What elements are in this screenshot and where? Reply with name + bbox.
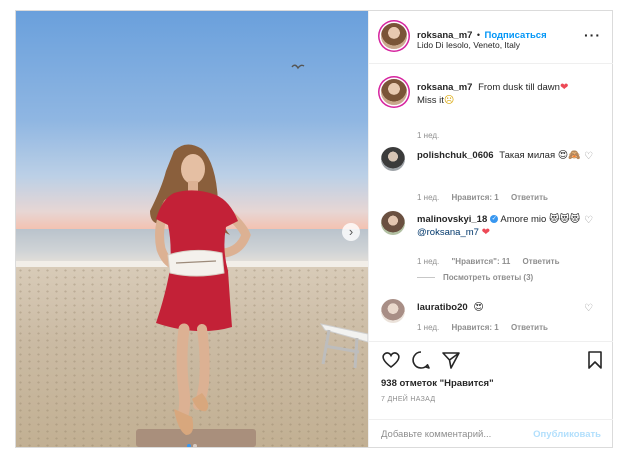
comment-mention[interactable]: @roksana_m7 (417, 227, 479, 238)
caption-text-line2: Miss it (417, 95, 444, 106)
like-comment-heart-icon[interactable]: ♡ (584, 151, 593, 162)
post-date: 7 ДНЕЙ НАЗАД (381, 396, 436, 403)
comment-likes[interactable]: Нравится: 1 (452, 323, 499, 332)
like-comment-heart-icon[interactable]: ♡ (584, 303, 593, 314)
caption-username[interactable]: roksana_m7 (417, 82, 472, 93)
commenter-avatar[interactable] (381, 299, 405, 323)
view-replies-button[interactable]: Посмотреть ответы (3) (417, 273, 533, 282)
commenter-avatar[interactable] (381, 147, 405, 171)
commenter-avatar[interactable] (381, 211, 405, 235)
comment-emoji: 😍 (473, 302, 484, 313)
comment-username[interactable]: polishchuk_0606 (417, 150, 494, 161)
comment-time[interactable]: 1 нед. (417, 323, 439, 332)
post-location[interactable]: Lido Di Iesolo, Veneto, Italy (417, 40, 520, 50)
woman-in-red-dress (150, 144, 251, 435)
post-actions: 938 отметок "Нравится" 7 ДНЕЙ НАЗАД (369, 341, 613, 420)
caption-time[interactable]: 1 нед. (417, 131, 439, 140)
heart-emoji: ❤ (559, 82, 569, 93)
likes-count[interactable]: 938 отметок "Нравится" (381, 378, 494, 389)
comment-emoji: 😍🙈 (557, 150, 581, 161)
comment-icon[interactable] (411, 350, 431, 370)
comment-time[interactable]: 1 нед. (417, 257, 439, 266)
comment-time[interactable]: 1 нед. (417, 193, 439, 202)
save-bookmark-icon[interactable] (587, 350, 603, 370)
heart-emoji: ❤ (481, 227, 490, 238)
next-image-button[interactable]: › (342, 223, 360, 241)
like-heart-icon[interactable] (381, 350, 401, 370)
comment-likes[interactable]: "Нравится": 11 (452, 257, 511, 266)
post-header: roksana_m7 • Подписаться Lido Di Iesolo,… (369, 11, 613, 64)
verified-badge-icon: ✓ (490, 215, 499, 224)
caption-text: From dusk till dawn (478, 82, 560, 93)
post-modal: › roksana_m7 • Подписаться Lido Di Iesol… (15, 10, 613, 448)
post-side-panel: roksana_m7 • Подписаться Lido Di Iesolo,… (368, 11, 613, 447)
share-icon[interactable] (441, 350, 461, 370)
comment-likes[interactable]: Нравится: 1 (452, 193, 499, 202)
comment-username[interactable]: lauratibo20 (417, 302, 468, 313)
sad-emoji: ☹ (443, 95, 455, 106)
add-comment-bar: Опубликовать (369, 419, 613, 448)
add-comment-input[interactable] (379, 428, 533, 441)
author-avatar[interactable] (381, 23, 407, 49)
comment-emoji: 😻😻😻 (548, 214, 581, 225)
comment-text: Amore mio (500, 214, 547, 225)
reply-button[interactable]: Ответить (511, 193, 548, 202)
caption-author-avatar[interactable] (381, 79, 407, 105)
like-comment-heart-icon[interactable]: ♡ (584, 215, 593, 226)
more-options-icon[interactable]: ··· (584, 27, 601, 43)
carousel-dots (186, 435, 198, 447)
post-photo[interactable]: › (16, 11, 368, 447)
reply-button[interactable]: Ответить (511, 323, 548, 332)
comment-text: Такая милая (499, 150, 556, 161)
publish-button[interactable]: Опубликовать (533, 429, 601, 440)
reply-button[interactable]: Ответить (523, 257, 560, 266)
comment-username[interactable]: malinovskyi_18 (417, 214, 487, 225)
